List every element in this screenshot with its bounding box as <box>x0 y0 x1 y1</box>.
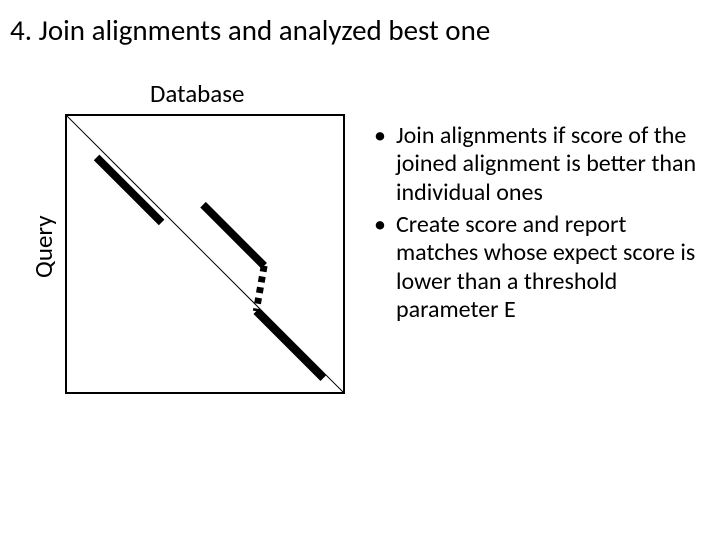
page-title: 4. Join alignments and analyzed best one <box>0 0 720 48</box>
alignment-segment-2 <box>203 205 264 266</box>
database-axis-label: Database <box>150 78 245 109</box>
bullet-icon: • <box>370 211 396 324</box>
alignment-segment-1 <box>97 157 162 222</box>
bullet-list: • Join alignments if score of the joined… <box>370 78 700 328</box>
bullet-text: Join alignments if score of the joined a… <box>396 122 700 207</box>
bullet-icon: • <box>370 122 396 207</box>
alignment-segment-3 <box>256 311 323 378</box>
diagram-column: Database Query <box>10 78 370 328</box>
content-area: Database Query • Join alignments if scor… <box>0 48 720 328</box>
list-item: • Join alignments if score of the joined… <box>370 122 700 207</box>
alignment-diagram <box>65 114 345 394</box>
query-axis-label: Query <box>28 215 59 278</box>
bullet-text: Create score and report matches whose ex… <box>396 211 700 324</box>
main-diagonal <box>67 116 343 392</box>
alignment-gap-dashed <box>256 266 264 311</box>
alignment-svg <box>67 116 343 392</box>
list-item: • Create score and report matches whose … <box>370 211 700 324</box>
